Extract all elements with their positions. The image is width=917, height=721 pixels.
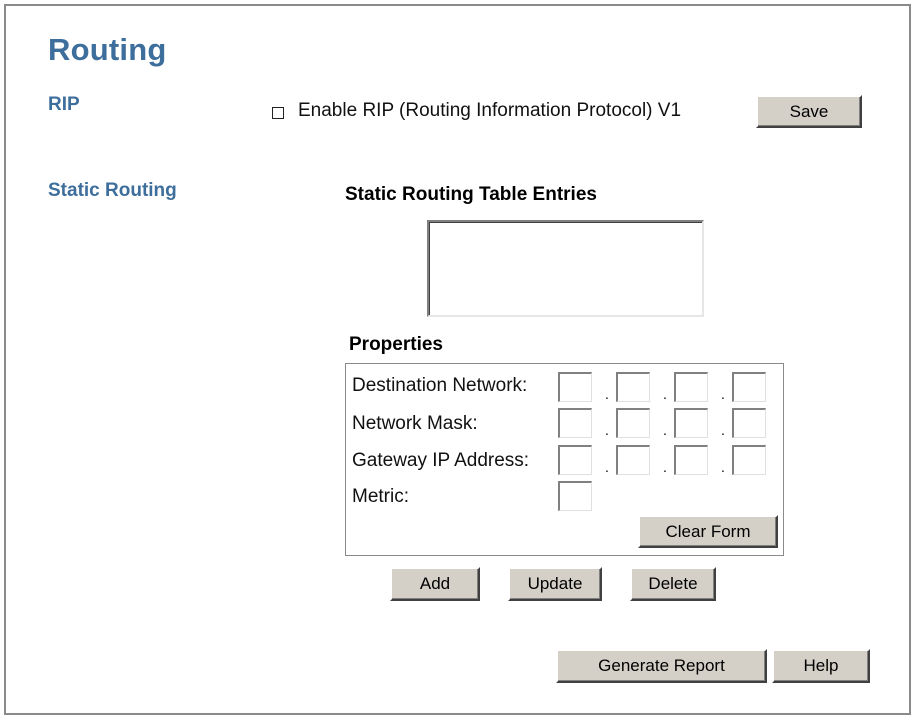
rip-section-label: RIP	[48, 94, 80, 115]
add-button[interactable]: Add	[390, 567, 480, 601]
clear-form-button[interactable]: Clear Form	[638, 515, 778, 548]
network-mask-octet-3[interactable]	[674, 408, 708, 438]
network-mask-octet-1[interactable]	[558, 408, 592, 438]
gateway-ip-octet-3[interactable]	[674, 445, 708, 475]
gateway-ip-octet-2[interactable]	[616, 445, 650, 475]
delete-button[interactable]: Delete	[630, 567, 716, 601]
ip-separator: .	[605, 422, 609, 438]
update-button[interactable]: Update	[508, 567, 602, 601]
destination-network-octet-2[interactable]	[616, 372, 650, 402]
metric-input[interactable]	[558, 481, 592, 511]
destination-network-label: Destination Network:	[352, 375, 528, 396]
enable-rip-checkbox[interactable]	[272, 107, 284, 119]
network-mask-label: Network Mask:	[352, 413, 478, 434]
enable-rip-label: Enable RIP (Routing Information Protocol…	[298, 100, 682, 121]
page-title: Routing	[48, 32, 167, 67]
destination-network-octet-3[interactable]	[674, 372, 708, 402]
static-routing-table-heading: Static Routing Table Entries	[345, 184, 597, 205]
save-button[interactable]: Save	[756, 95, 862, 128]
ip-separator: .	[663, 422, 667, 438]
destination-network-octet-4[interactable]	[732, 372, 766, 402]
network-mask-octet-2[interactable]	[616, 408, 650, 438]
ip-separator: .	[663, 386, 667, 402]
ip-separator: .	[721, 459, 725, 475]
metric-label: Metric:	[352, 486, 409, 507]
generate-report-button[interactable]: Generate Report	[556, 649, 767, 683]
static-routing-table-listbox[interactable]	[427, 220, 704, 317]
gateway-ip-label: Gateway IP Address:	[352, 450, 530, 471]
static-routing-section-label: Static Routing	[48, 180, 177, 201]
destination-network-octet-1[interactable]	[558, 372, 592, 402]
gateway-ip-octet-4[interactable]	[732, 445, 766, 475]
ip-separator: .	[721, 422, 725, 438]
ip-separator: .	[605, 386, 609, 402]
gateway-ip-octet-1[interactable]	[558, 445, 592, 475]
ip-separator: .	[721, 386, 725, 402]
ip-separator: .	[663, 459, 667, 475]
ip-separator: .	[605, 459, 609, 475]
network-mask-octet-4[interactable]	[732, 408, 766, 438]
properties-heading: Properties	[349, 334, 443, 355]
help-button[interactable]: Help	[772, 649, 870, 683]
